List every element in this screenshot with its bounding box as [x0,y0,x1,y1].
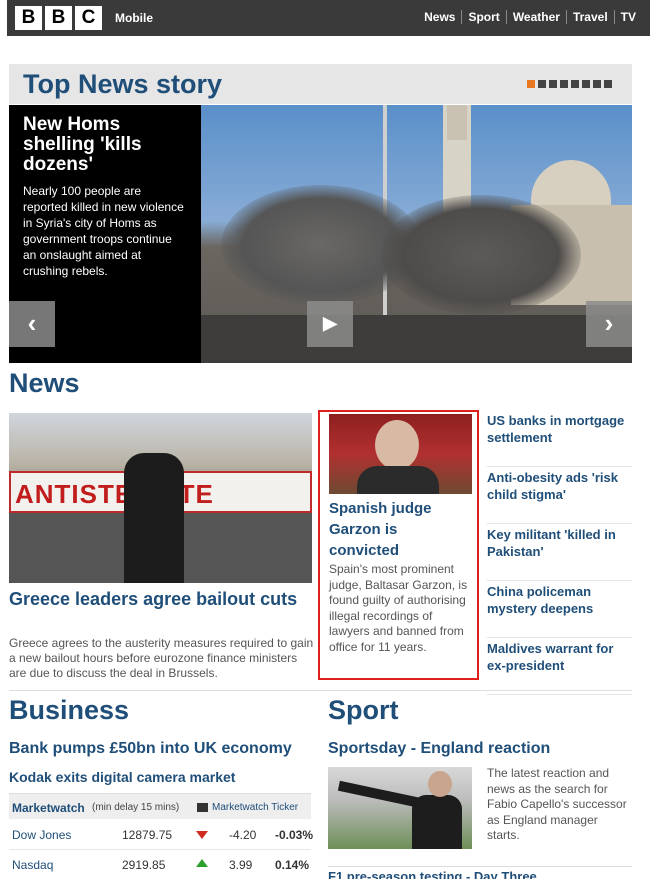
pager-dot[interactable] [571,80,579,88]
garzon-photo[interactable] [329,414,472,494]
pager-dot[interactable] [593,80,601,88]
market-value: 12879.75 [122,828,173,842]
photo-judge-head [375,420,419,470]
pager-dot[interactable] [560,80,568,88]
market-row[interactable]: Dow Jones 12879.75 -4.20 -0.03% [9,820,314,850]
protest-banner-text: ANTISTE ASTE [15,479,214,509]
photo-dome [531,160,611,210]
feature-headline[interactable]: Spanish judge Garzon is convicted [329,498,469,561]
section-divider [9,690,632,691]
business-link[interactable]: Bank pumps £50bn into UK economy [9,740,292,758]
carousel-next-icon[interactable]: › [586,301,632,347]
carousel-prev-icon[interactable]: ‹ [9,301,55,347]
feature-story-box[interactable]: Spanish judge Garzon is convicted Spain'… [318,410,479,680]
top-news-title: Top News story [23,69,223,99]
marketwatch-delay-note: (min delay 15 mins) [92,802,180,813]
photo-smoke [381,195,581,315]
top-navigation: News Sport Weather Travel TV [418,10,642,24]
capello-photo[interactable] [328,767,472,849]
news-lead-summary: Greece agrees to the austerity measures … [9,636,314,680]
feature-summary: Spain's most prominent judge, Baltasar G… [329,562,468,654]
sport-link[interactable]: Sportsday - England reaction [328,740,550,758]
sport-summary: The latest reaction and news as the sear… [487,766,627,842]
marketwatch-header: Marketwatch (min delay 15 mins) Marketwa… [9,793,311,819]
photo-protester [124,453,184,583]
nav-news[interactable]: News [418,10,461,24]
pager-dot[interactable] [582,80,590,88]
marketwatch-ticker-link[interactable]: Marketwatch Ticker [212,802,298,813]
carousel-play-icon[interactable]: ▶ [307,301,353,347]
sport-link[interactable]: F1 pre-season testing - Day Three [328,866,632,879]
market-row[interactable]: Nasdaq 2919.85 3.99 0.14% [9,850,311,879]
logo-letter: B [45,6,72,30]
top-story-summary: Nearly 100 people are reported killed in… [23,184,184,278]
news-link[interactable]: Key militant 'killed in Pakistan' [487,524,632,581]
pager-dot[interactable] [549,80,557,88]
mobile-label: Mobile [115,11,153,25]
photo-arm [337,780,419,808]
top-story-carousel: New Homs shelling 'kills dozens' Nearly … [9,105,632,363]
news-section-title[interactable]: News [9,368,80,399]
carousel-pager [527,80,612,88]
marketwatch-title[interactable]: Marketwatch [12,801,85,815]
photo-minaret-top [447,105,467,140]
photo-body [412,795,462,849]
pager-dot[interactable] [527,80,535,88]
market-value: 2919.85 [122,858,166,872]
news-link[interactable]: China policeman mystery deepens [487,581,632,638]
news-link[interactable]: US banks in mortgage settlement [487,410,632,467]
homs-shelling-photo[interactable] [201,105,632,363]
news-link[interactable]: Anti-obesity ads 'risk child stigma' [487,467,632,524]
top-story-headline[interactable]: New Homs shelling 'kills dozens' [23,115,187,175]
photo-ground [201,315,632,363]
market-name[interactable]: Dow Jones [12,828,71,842]
ticker-icon [197,803,208,812]
logo-letter: C [75,6,102,30]
pager-dot[interactable] [538,80,546,88]
news-side-links: US banks in mortgage settlement Anti-obe… [487,410,632,695]
market-percent: 0.14% [275,858,310,872]
nav-tv[interactable]: TV [613,10,642,24]
market-change: 3.99 [229,858,253,872]
market-percent: -0.03% [275,828,314,842]
top-bar: B B C Mobile News Sport Weather Travel T… [7,0,650,36]
business-section-title[interactable]: Business [9,695,129,726]
nav-travel[interactable]: Travel [565,10,614,24]
market-name[interactable]: Nasdaq [12,858,53,872]
top-news-header: Top News story [9,64,632,104]
sport-section-title[interactable]: Sport [328,695,399,726]
news-link[interactable]: Maldives warrant for ex-president [487,638,632,695]
up-arrow-icon [196,859,208,867]
nav-sport[interactable]: Sport [461,10,505,24]
bbc-logo[interactable]: B B C [15,6,102,30]
logo-letter: B [15,6,42,30]
business-link[interactable]: Kodak exits digital camera market [9,769,235,785]
nav-weather[interactable]: Weather [505,10,566,24]
photo-head [428,771,452,797]
news-lead-headline[interactable]: Greece leaders agree bailout cuts [9,588,309,610]
down-arrow-icon [196,831,208,839]
photo-judge-body [357,466,439,494]
greece-protest-photo[interactable]: ANTISTE ASTE [9,413,312,583]
market-change: -4.20 [229,828,257,842]
pager-dot[interactable] [604,80,612,88]
